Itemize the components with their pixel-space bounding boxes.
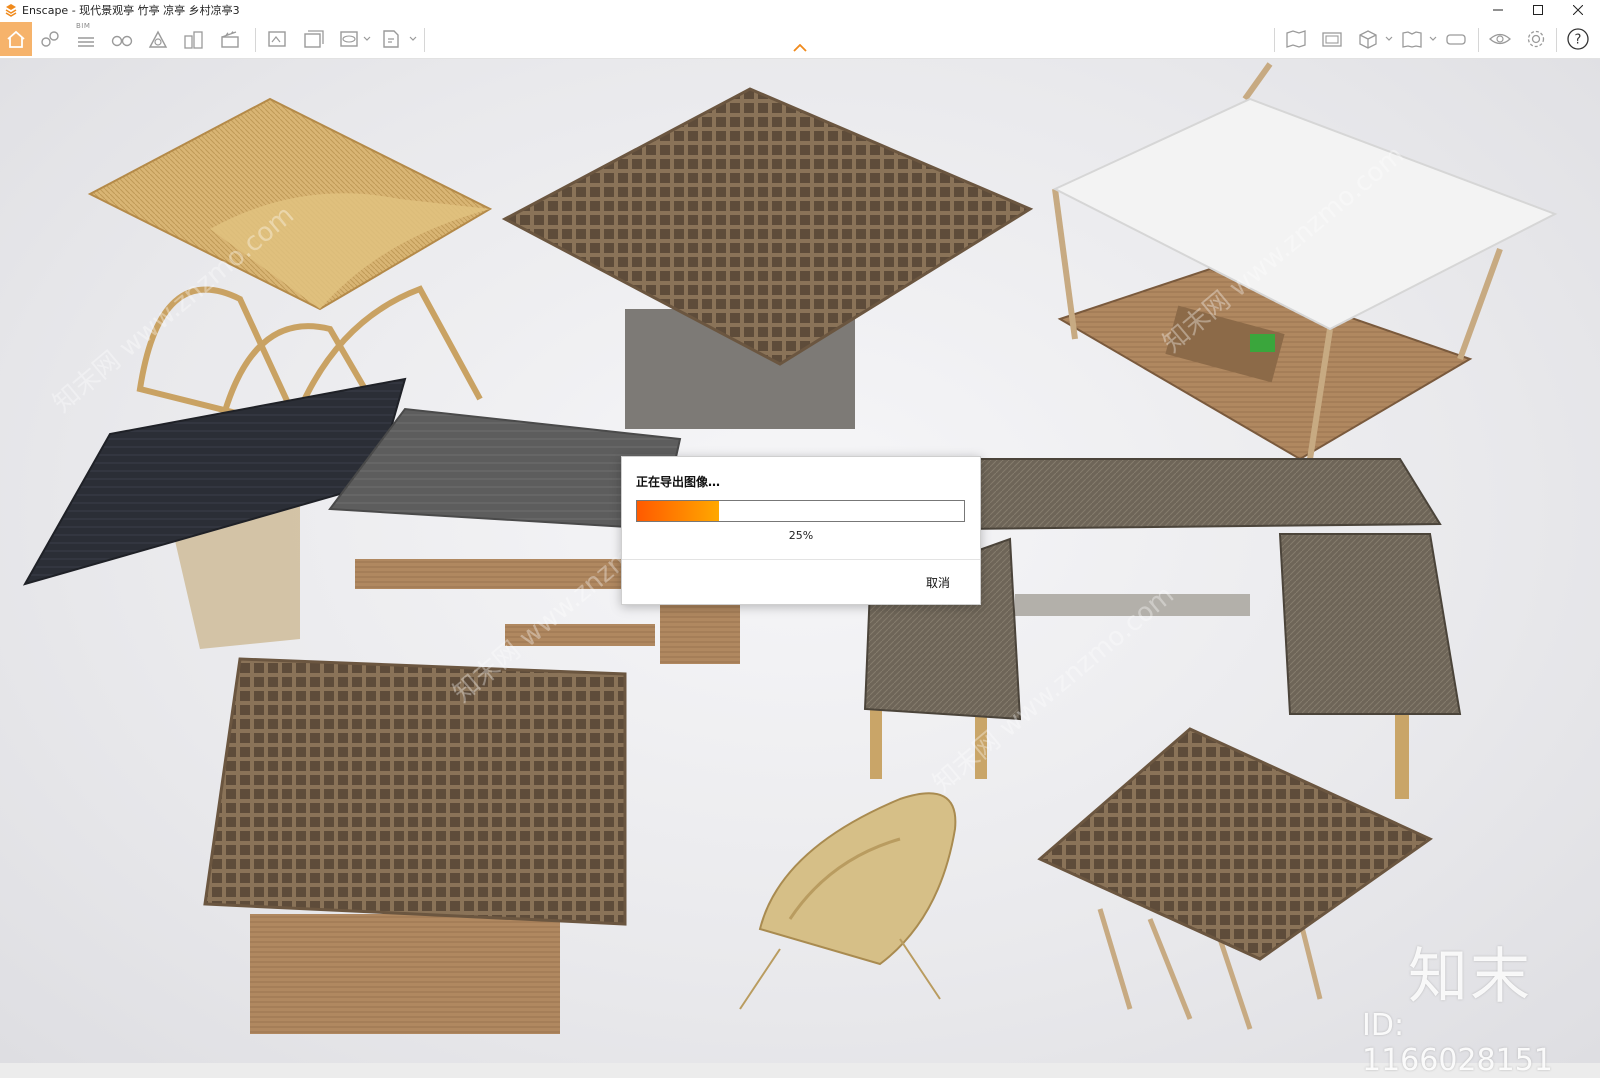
bamboo-vault-pavilion <box>87 97 493 451</box>
lattice-roof-deck-pavilion <box>203 657 627 1034</box>
toolbar-separator <box>1478 28 1479 52</box>
site-context-button[interactable] <box>142 22 174 56</box>
toolbar-separator <box>424 28 425 52</box>
home-icon <box>7 30 25 48</box>
chevron-down-icon <box>363 36 371 41</box>
binoculars-icon <box>111 35 133 47</box>
minimize-icon <box>1493 9 1503 11</box>
batch-render-icon <box>304 30 324 48</box>
settings-button[interactable] <box>1520 22 1552 56</box>
chevron-down-icon <box>409 36 417 41</box>
minimize-button[interactable] <box>1478 0 1518 20</box>
help-button[interactable]: ? <box>1562 22 1594 56</box>
export-dropdown[interactable] <box>408 22 418 56</box>
buildings-button[interactable] <box>178 22 210 56</box>
toolbar-separator <box>255 28 256 52</box>
dark-tile-roof-pavilion <box>22 377 407 649</box>
clapboard-icon <box>221 31 239 48</box>
window-title: Enscape - 现代景观亭 竹亭 凉亭 乡村凉亭3 <box>22 4 240 17</box>
book-views-icon <box>1402 31 1422 48</box>
settings-gear-icon <box>1527 30 1545 48</box>
close-window-button[interactable] <box>1558 0 1598 20</box>
progress-percent: 25% <box>788 529 814 542</box>
views-button[interactable] <box>1396 22 1428 56</box>
vr-headset-icon <box>1446 34 1466 45</box>
bim-info-button[interactable] <box>70 22 102 56</box>
visual-settings-button[interactable] <box>1484 22 1516 56</box>
dialog-title: 正在导出图像… <box>636 475 721 489</box>
watermark-id: ID: 1166028151 <box>1362 1008 1553 1078</box>
canopy-tea-pavilion <box>1052 62 1558 461</box>
toolbar-separator <box>1556 28 1557 52</box>
screenshot-icon <box>1322 32 1342 47</box>
maximize-button[interactable] <box>1518 0 1558 20</box>
watermark-logo: 知末 <box>1408 942 1532 1012</box>
view-cube-dropdown[interactable] <box>1384 22 1394 56</box>
map-button[interactable] <box>1280 22 1312 56</box>
progress-fill <box>637 501 719 521</box>
lattice-bamboo-pavilion <box>1037 727 1433 1030</box>
title-bar: Enscape - 现代景观亭 竹亭 凉亭 乡村凉亭3 <box>0 0 1600 20</box>
close-icon <box>1573 5 1583 15</box>
vr-headset-button[interactable] <box>1440 22 1472 56</box>
video-editor-button[interactable] <box>214 22 246 56</box>
cancel-button[interactable]: 取消 <box>912 571 964 593</box>
woven-arch-pavilion <box>739 792 957 1010</box>
progress-bar <box>636 500 965 522</box>
buildings-icon <box>184 31 203 49</box>
enscape-logo-icon <box>5 4 17 17</box>
map-icon <box>1286 30 1306 48</box>
walk-mode-button[interactable] <box>106 22 138 56</box>
cube-icon <box>1359 30 1377 49</box>
bim-icon <box>78 37 94 47</box>
help-icon: ? <box>1567 28 1589 50</box>
toolbar-separator <box>1274 28 1275 52</box>
screenshot-button[interactable] <box>1316 22 1348 56</box>
export-exe-button[interactable] <box>376 22 408 56</box>
render-image-icon <box>268 31 286 47</box>
export-progress-dialog: 正在导出图像… 25% 取消 <box>621 456 981 605</box>
collapse-toolbar-button[interactable] <box>791 42 809 54</box>
chevron-down-icon <box>1429 36 1437 41</box>
render-image-button[interactable] <box>262 22 294 56</box>
lattice-roof-pavilion <box>501 87 1034 429</box>
maximize-icon <box>1533 5 1543 15</box>
home-button[interactable] <box>0 22 32 56</box>
visibility-eye-icon <box>1489 33 1511 45</box>
dialog-divider <box>622 559 980 560</box>
batch-render-button[interactable] <box>298 22 330 56</box>
view-cube-button[interactable] <box>1352 22 1384 56</box>
site-context-icon <box>148 30 168 48</box>
chevron-up-icon <box>793 44 807 52</box>
chevron-down-icon <box>1385 36 1393 41</box>
render-360-dropdown[interactable] <box>362 22 372 56</box>
views-dropdown[interactable] <box>1428 22 1438 56</box>
asset-library-button[interactable] <box>34 22 66 56</box>
asset-library-icon <box>41 31 59 47</box>
svg-text:?: ? <box>1575 33 1582 48</box>
export-exe-icon <box>383 30 399 48</box>
render-360-icon <box>340 31 358 47</box>
